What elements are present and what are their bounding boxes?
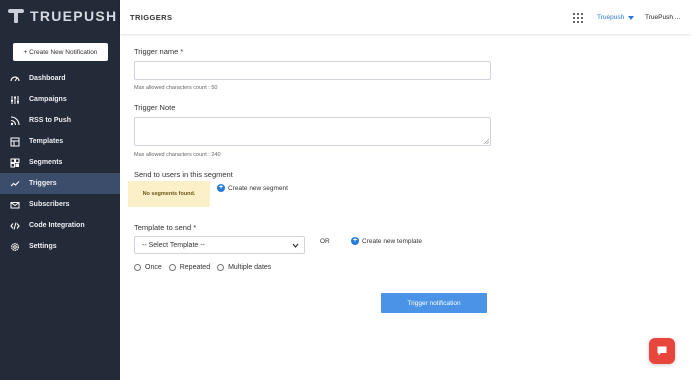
trigger-note-textarea[interactable] (134, 117, 491, 146)
radio-once[interactable]: Once (134, 264, 162, 271)
trigger-name-hint: Max allowed characters count : 50 (134, 85, 218, 91)
caret-down-icon (628, 15, 635, 20)
required-mark: * (193, 223, 197, 232)
radio-circle-icon (217, 264, 225, 271)
trigger-name-label: Trigger name * (134, 47, 183, 56)
or-separator: OR (320, 238, 330, 245)
sidebar-item-label: Code Integration (29, 222, 85, 229)
dashboard-icon (10, 74, 20, 84)
sliders-icon (10, 95, 20, 105)
plus-circle-icon: + (217, 184, 225, 192)
chat-bubble-icon (657, 346, 667, 356)
template-label: Template to send * (134, 223, 196, 232)
sidebar-item-subscribers[interactable]: Subscribers (0, 194, 120, 215)
segment-label: Send to users in this segment (134, 170, 233, 179)
account-dropdown[interactable]: Truepush (597, 14, 635, 21)
trigger-notification-button[interactable]: Trigger notification (381, 293, 487, 313)
sidebar-item-label: Segments (29, 159, 63, 166)
sidebar-item-label: RSS to Push (29, 117, 72, 124)
sidebar-item-templates[interactable]: Templates (0, 131, 120, 152)
template-select[interactable]: -- Select Template -- (134, 236, 305, 254)
create-template-text: Create new template (362, 237, 422, 245)
sidebar-item-label: Settings (29, 243, 57, 250)
sidebar-item-campaigns[interactable]: Campaigns (0, 89, 120, 110)
radio-label: Multiple dates (228, 264, 272, 271)
radio-circle-icon (168, 264, 176, 271)
radio-label: Repeated (179, 264, 211, 271)
create-notification-button[interactable]: + Create New Notification (13, 43, 108, 61)
code-icon (10, 221, 20, 231)
schedule-options: Once Repeated Multiple dates (134, 264, 278, 271)
sidebar-item-label: Subscribers (29, 201, 70, 208)
subscribers-icon (10, 200, 20, 210)
create-template-link[interactable]: + Create new template (351, 237, 422, 245)
no-segments-alert: No segments found. (128, 181, 210, 207)
page-title: TRIGGERS (130, 13, 173, 22)
template-icon (10, 137, 20, 147)
trigger-name-input[interactable] (134, 61, 491, 80)
radio-label: Once (145, 264, 162, 271)
sidebar-nav: Dashboard Campaigns RSS to Push Template… (0, 68, 120, 257)
sidebar-item-label: Templates (29, 138, 64, 145)
rss-icon (10, 115, 20, 126)
sidebar-item-dashboard[interactable]: Dashboard (0, 68, 120, 89)
chevron-down-icon (292, 243, 299, 248)
radio-circle-icon (134, 264, 141, 271)
sidebar-item-settings[interactable]: Settings (0, 236, 120, 257)
trigger-icon (10, 179, 20, 189)
sidebar-item-label: Triggers (29, 180, 57, 187)
top-header: TRIGGERS Truepush TruePush ... (120, 0, 691, 34)
trigger-name-label-text: Trigger name (134, 47, 179, 56)
trigger-note-label: Trigger Note (134, 103, 176, 112)
sidebar-item-triggers[interactable]: Triggers (0, 173, 120, 194)
template-select-value: -- Select Template -- (142, 241, 205, 249)
segments-icon (10, 158, 20, 168)
gear-icon (10, 242, 20, 252)
account-name: Truepush (597, 14, 625, 21)
sidebar-item-rss[interactable]: RSS to Push (0, 110, 120, 131)
required-mark: * (180, 47, 184, 56)
radio-repeated[interactable]: Repeated (168, 264, 211, 271)
sidebar-item-label: Dashboard (29, 75, 66, 82)
apps-grid-icon[interactable] (573, 13, 583, 23)
logo[interactable]: TRUEPUSH (0, 0, 120, 32)
brand-name: TRUEPUSH (30, 8, 118, 24)
sidebar: TRUEPUSH + Create New Notification Dashb… (0, 0, 120, 380)
plus-circle-icon: + (351, 237, 359, 245)
chat-button[interactable] (649, 338, 675, 364)
sidebar-item-segments[interactable]: Segments (0, 152, 120, 173)
resize-handle-icon[interactable] (484, 139, 489, 144)
template-label-text: Template to send (134, 223, 192, 232)
user-menu[interactable]: TruePush ... (645, 14, 680, 21)
sidebar-item-label: Campaigns (29, 96, 67, 103)
truepush-logo-icon (8, 9, 24, 23)
radio-multiple-dates[interactable]: Multiple dates (217, 264, 271, 271)
create-segment-text: Create new segment (228, 184, 288, 192)
sidebar-item-code-integration[interactable]: Code Integration (0, 215, 120, 236)
trigger-note-hint: Max allowed characters count : 240 (134, 152, 221, 158)
create-segment-link[interactable]: + Create new segment (217, 184, 288, 192)
